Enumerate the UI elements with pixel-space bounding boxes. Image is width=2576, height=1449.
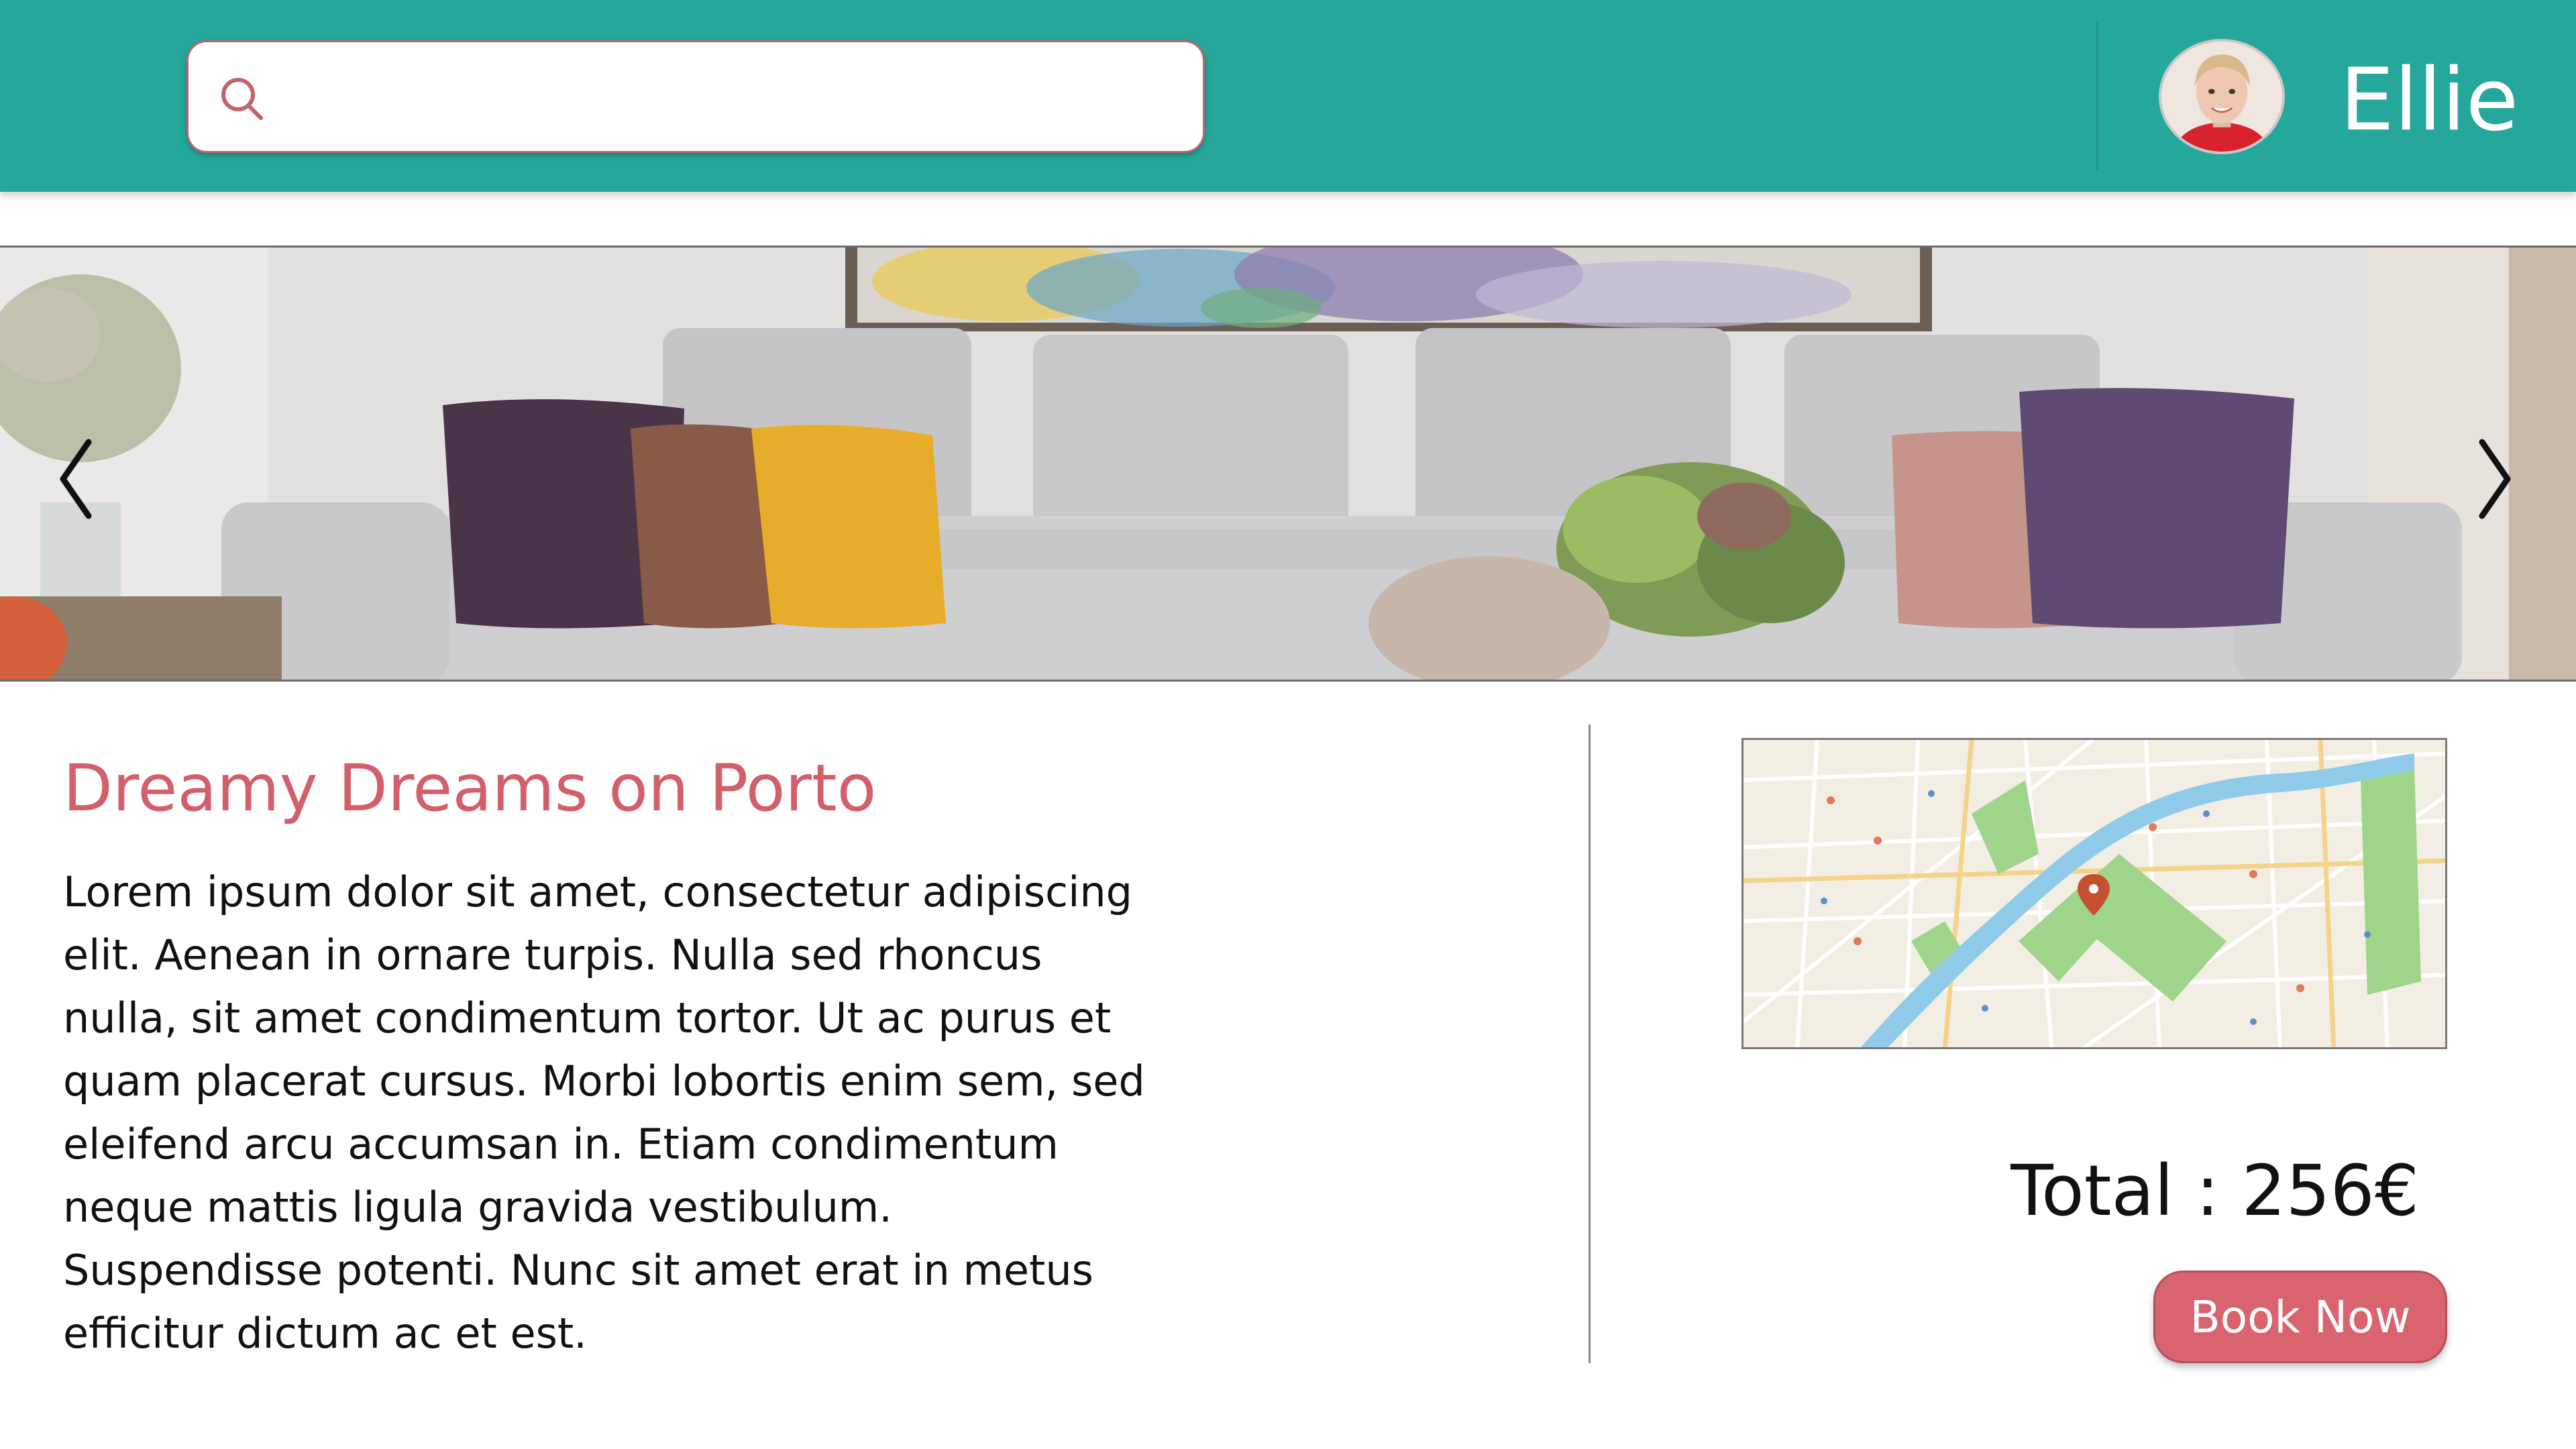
page: Ellie Dreamy Dreams on Porto Lorem ipsum… (0, 0, 2576, 1449)
listing-title: Dreamy Dreams on Porto (63, 751, 877, 826)
header-divider (2096, 21, 2098, 170)
chevron-right-icon[interactable] (2462, 429, 2522, 529)
location-map[interactable] (1741, 738, 2447, 1049)
chevron-left-icon[interactable] (48, 429, 109, 529)
user-name[interactable]: Ellie (2340, 47, 2518, 154)
top-bar: Ellie (0, 0, 2576, 192)
avatar[interactable] (2159, 39, 2285, 154)
search-box[interactable] (186, 40, 1205, 153)
living-room-photo (0, 248, 2576, 680)
book-now-button[interactable]: Book Now (2153, 1271, 2447, 1363)
search-icon (221, 78, 263, 120)
listing-description: Lorem ipsum dolor sit amet, consectetur … (63, 867, 1145, 1358)
total-price: Total : 256€ (2010, 1150, 2419, 1232)
content-divider (1589, 724, 1591, 1363)
search-input[interactable] (282, 56, 1181, 139)
hero-image-carousel (0, 246, 2576, 682)
